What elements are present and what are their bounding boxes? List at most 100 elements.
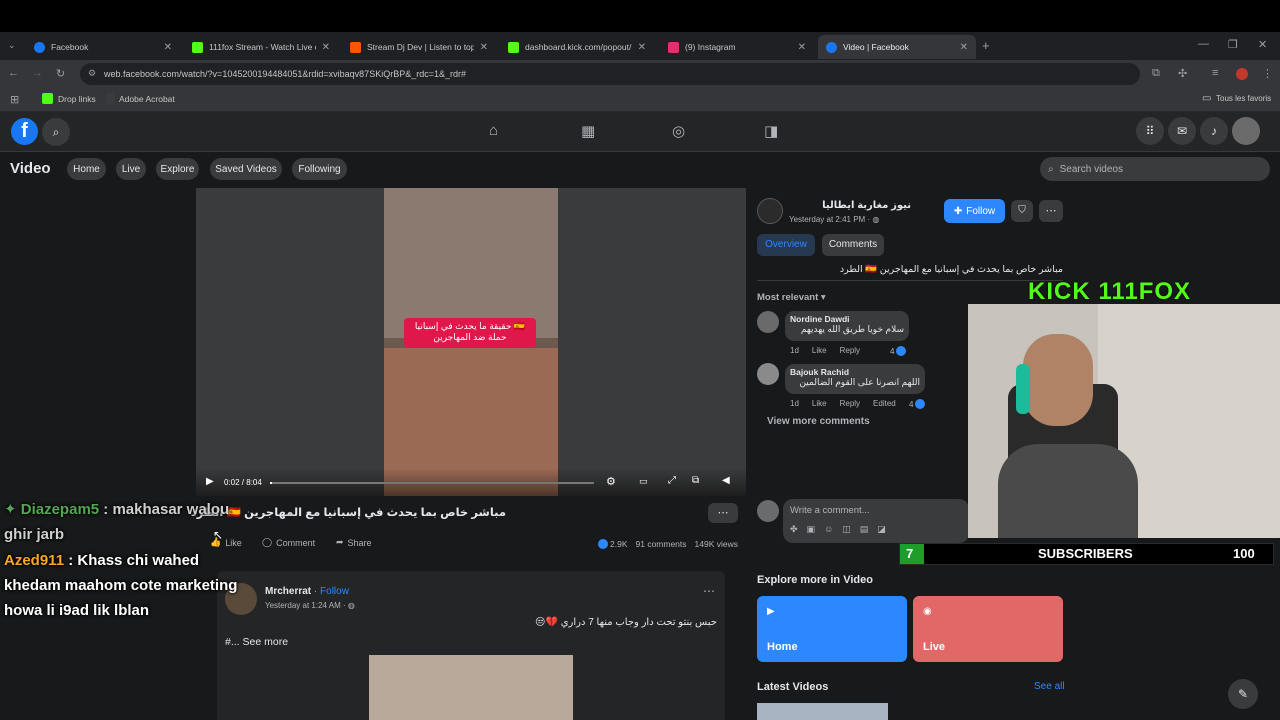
my-avatar (757, 500, 779, 522)
close-icon[interactable]: ✕ (322, 42, 330, 53)
comment-reply[interactable]: Reply (840, 346, 860, 355)
bookmark-drop-links[interactable]: Drop links (58, 94, 96, 104)
marketplace-nav-icon[interactable]: ▦ (581, 122, 595, 140)
post-time-line: Yesterday at 1:24 AM · ◍ (265, 601, 355, 610)
comment-button[interactable]: ◯ Comment (262, 537, 315, 548)
see-all-link[interactable]: See all (1034, 681, 1065, 692)
comment-like[interactable]: Like (812, 346, 827, 355)
search-icon: ⌕ (1048, 163, 1054, 175)
sort-dropdown[interactable]: Most relevant ▾ (757, 292, 826, 303)
search-icon[interactable]: ⌕ (42, 118, 70, 146)
explore-home-card[interactable]: ▶ Home (757, 596, 907, 662)
menu-dots-icon[interactable]: ⋮ (1262, 67, 1273, 80)
tab-facebook[interactable]: Facebook ✕ (26, 35, 180, 59)
comment-count[interactable]: 91 comments (636, 539, 687, 549)
settings-gear-icon[interactable]: ⚙ (606, 475, 616, 488)
gif-sticker-icon[interactable]: ▤ (860, 524, 869, 535)
comment-author[interactable]: Nordine Dawdi (790, 314, 904, 324)
post-see-more[interactable]: #... See more (225, 636, 288, 648)
commenter-avatar[interactable] (757, 311, 779, 333)
bookmark-adobe-acrobat[interactable]: Adobe Acrobat (119, 94, 175, 104)
nav-live[interactable]: Live (116, 158, 146, 180)
explore-live-card[interactable]: ◉ Live (913, 596, 1063, 662)
gif-icon[interactable]: ▣ (807, 524, 816, 535)
tab-search-icon[interactable]: ⌄ (8, 40, 16, 51)
tab-video-facebook[interactable]: Video | Facebook ✕ (818, 35, 976, 59)
reaction-count[interactable]: 2.9K (610, 539, 628, 549)
commenter-avatar[interactable] (757, 363, 779, 385)
search-videos-input[interactable]: ⌕ Search videos (1040, 157, 1270, 181)
emoji-icon[interactable]: ☺ (824, 524, 833, 535)
new-tab-icon[interactable]: + (982, 38, 990, 53)
close-icon[interactable]: ✕ (480, 42, 488, 53)
new-message-icon[interactable]: ✎ (1228, 679, 1258, 709)
nav-home[interactable]: Home (67, 158, 106, 180)
all-bookmarks[interactable]: Tous les favoris (1216, 94, 1271, 103)
url-bar[interactable]: ⚙ web.facebook.com/watch/?v=104520019448… (80, 63, 1140, 85)
view-more-comments[interactable]: View more comments (767, 416, 870, 427)
sticker-icon[interactable]: ◪ (877, 524, 886, 535)
comment-author[interactable]: Bajouk Rachid (790, 367, 920, 377)
account-avatar[interactable] (1232, 117, 1260, 145)
share-button[interactable]: ➦ Share (336, 537, 372, 548)
forward-icon[interactable]: → (32, 67, 43, 79)
tab-kick-dashboard[interactable]: dashboard.kick.com/popout/11 ✕ (500, 35, 654, 59)
mute-icon[interactable]: ◀ (722, 475, 730, 486)
tab-comments[interactable]: Comments (822, 234, 884, 256)
nav-following[interactable]: Following (292, 158, 347, 180)
menu-grid-icon[interactable]: ⠿ (1136, 117, 1164, 145)
close-icon[interactable]: ✕ (164, 42, 172, 53)
fullscreen-icon[interactable]: ⤢ (668, 475, 676, 486)
apps-grid-icon[interactable]: ⊞ (10, 93, 19, 106)
notifications-bell-icon[interactable]: ♪ (1200, 117, 1228, 145)
post-author[interactable]: Mrcherrat (265, 586, 311, 597)
tab-111fox[interactable]: 111fox Stream - Watch Live on ✕ (184, 35, 338, 59)
comment-reactions[interactable]: 4 (890, 346, 907, 356)
site-info-icon[interactable]: ⚙ (88, 68, 96, 79)
camera-icon[interactable]: ◫ (842, 524, 851, 535)
video-player[interactable]: حقيقة ما يحدث في إسبانيا 🇪🇸 حملة ضد المه… (196, 188, 746, 496)
shield-icon[interactable]: ⛉ (1011, 200, 1033, 222)
puzzle-icon[interactable]: ✣ (1178, 67, 1187, 80)
nav-explore[interactable]: Explore (156, 158, 199, 180)
extension-icon[interactable]: ⧉ (1152, 67, 1160, 80)
facebook-logo-icon[interactable]: f (11, 118, 38, 145)
home-nav-icon[interactable]: ⌂ (489, 122, 498, 139)
video-more-button[interactable]: ⋯ (708, 503, 738, 523)
minimize-icon[interactable]: — (1198, 38, 1209, 50)
latest-video-thumbnail[interactable] (757, 703, 888, 720)
groups-nav-icon[interactable]: ◎ (672, 122, 685, 140)
close-icon[interactable]: ✕ (638, 42, 646, 53)
page-more-icon[interactable]: ⋯ (1039, 200, 1063, 222)
write-comment-input[interactable]: Write a comment... ✤ ▣ ☺ ◫ ▤ ◪ (783, 499, 969, 543)
messenger-icon[interactable]: ✉ (1168, 117, 1196, 145)
nav-saved-videos[interactable]: Saved Videos (210, 158, 282, 180)
chat-user: Diazepam5 (20, 501, 100, 518)
miniplayer-icon[interactable]: ⧉ (692, 475, 699, 486)
captions-icon[interactable]: ▭ (639, 476, 648, 487)
comment-reactions[interactable]: 4 (909, 399, 926, 409)
tab-stream-dj[interactable]: Stream Dj Dev | Listen to top hi ✕ (342, 35, 496, 59)
avatar-sticker-icon[interactable]: ✤ (790, 524, 798, 535)
chat-message: Azed911 : Khass chi wahed khedam maahom … (4, 548, 256, 623)
gaming-nav-icon[interactable]: ◨ (764, 122, 778, 140)
tab-overview[interactable]: Overview (757, 234, 815, 256)
post-more-icon[interactable]: ⋯ (703, 584, 715, 598)
play-icon[interactable]: ▶ (206, 476, 214, 487)
comment-like[interactable]: Like (812, 399, 827, 408)
post-follow-link[interactable]: Follow (320, 586, 349, 597)
reload-icon[interactable]: ↻ (56, 67, 65, 80)
profile-avatar[interactable] (1236, 68, 1248, 80)
window-close-icon[interactable]: ✕ (1258, 38, 1267, 51)
page-name[interactable]: نيوز مغاربة ايطاليا (760, 200, 911, 211)
tab-instagram[interactable]: (9) Instagram ✕ (660, 35, 814, 59)
follow-button[interactable]: ✚ Follow (944, 199, 1005, 223)
restore-icon[interactable]: ❐ (1228, 38, 1238, 51)
post-video-thumbnail[interactable] (369, 655, 573, 720)
video-progress-bar[interactable] (270, 482, 594, 484)
close-icon[interactable]: ✕ (798, 42, 806, 53)
comment-reply[interactable]: Reply (840, 399, 860, 408)
media-icon[interactable]: ≡ (1212, 67, 1218, 79)
close-icon[interactable]: ✕ (960, 42, 968, 53)
back-icon[interactable]: ← (8, 67, 19, 79)
